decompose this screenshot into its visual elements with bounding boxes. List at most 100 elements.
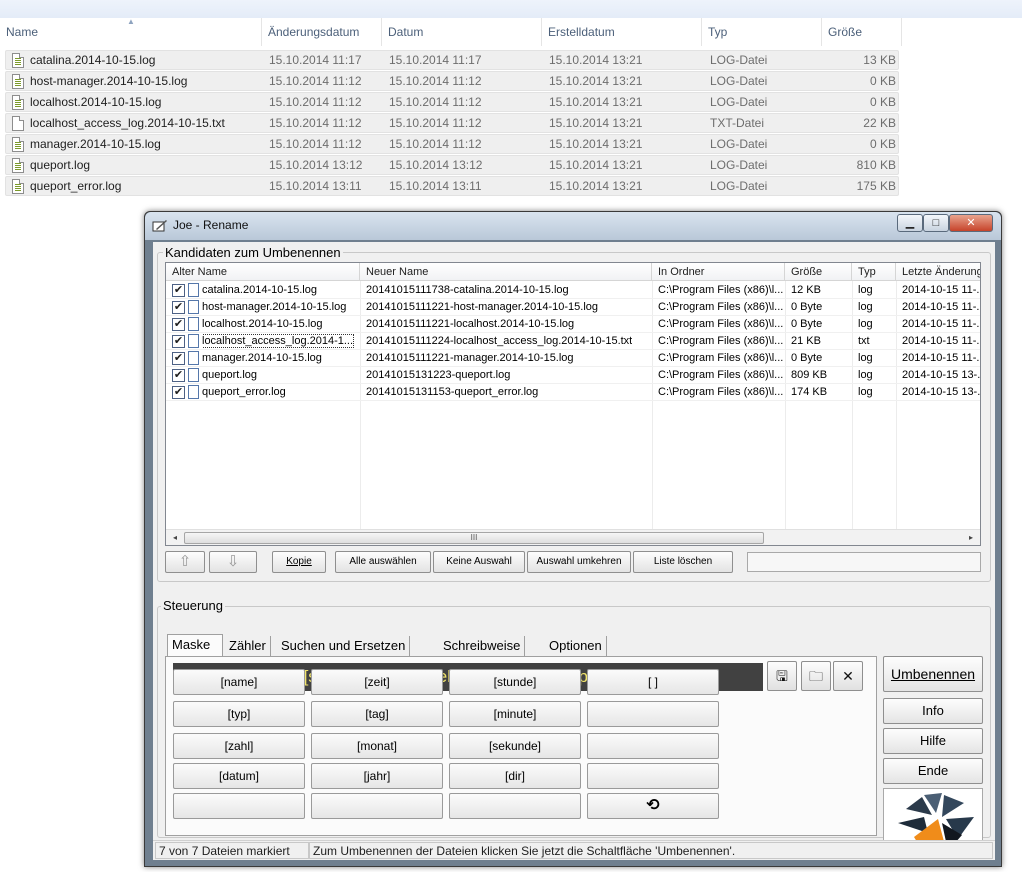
row-checkbox[interactable]: ✔ — [172, 369, 185, 382]
close-button[interactable]: ✕ — [949, 214, 993, 232]
row-checkbox[interactable]: ✔ — [172, 284, 185, 297]
exit-button[interactable]: Ende — [883, 758, 983, 784]
list-row[interactable]: ✔ queport.log 20141015131223-queport.log C:… — [166, 367, 980, 384]
col-old-name-label: Alter Name — [172, 266, 228, 278]
file-created: 15.10.2014 13:21 — [549, 116, 643, 130]
maximize-button[interactable]: □ — [923, 214, 949, 232]
file-created: 15.10.2014 13:21 — [549, 95, 643, 109]
col-size[interactable]: Größe — [785, 263, 852, 281]
token-button[interactable]: [jahr] — [311, 763, 443, 789]
tab-mask[interactable]: Maske — [167, 634, 223, 657]
token-button[interactable]: [minute] — [449, 701, 581, 727]
help-button[interactable]: Hilfe — [883, 728, 983, 754]
file-created: 15.10.2014 13:21 — [549, 74, 643, 88]
reset-counter-button[interactable]: ⟲ — [587, 793, 719, 819]
file-row[interactable]: catalina.2014-10-15.log 15.10.2014 11:17 1… — [5, 50, 899, 70]
col-new-name-label: Neuer Name — [366, 266, 429, 278]
select-all-button[interactable]: Alle auswählen — [335, 551, 431, 573]
rename-button[interactable]: Umbenennen — [883, 656, 983, 692]
checkmark-icon: ✔ — [173, 352, 184, 364]
file-size: 0 KB — [869, 137, 896, 151]
row-checkbox[interactable]: ✔ — [172, 301, 185, 314]
file-date: 15.10.2014 11:17 — [389, 53, 482, 67]
list-row[interactable]: ✔ localhost.2014-10-15.log 20141015111221-… — [166, 316, 980, 333]
folder-cell: C:\Program Files (x86)\l... — [658, 284, 784, 296]
file-row[interactable]: host-manager.2014-10-15.log 15.10.2014 11… — [5, 71, 899, 91]
col-type[interactable]: Typ — [852, 263, 896, 281]
token-button[interactable]: [dir] — [449, 763, 581, 789]
token-button[interactable] — [587, 763, 719, 789]
file-date: 15.10.2014 13:12 — [389, 158, 483, 172]
dialog-title: Joe - Rename — [173, 218, 249, 232]
file-row[interactable]: manager.2014-10-15.log 15.10.2014 11:12 15… — [5, 134, 899, 154]
old-name: queport.log — [202, 369, 258, 381]
move-down-button[interactable]: ⇩ — [209, 551, 257, 573]
row-checkbox[interactable]: ✔ — [172, 318, 185, 331]
token-button[interactable]: [name] — [173, 669, 305, 695]
token-button[interactable]: [ ] — [587, 669, 719, 695]
tab-search-replace[interactable]: Suchen und Ersetzen — [277, 636, 411, 656]
log-file-icon — [12, 95, 24, 110]
token-button[interactable]: [typ] — [173, 701, 305, 727]
copy-button[interactable]: Kopie — [272, 551, 326, 573]
minimize-button[interactable]: ▁ — [897, 214, 923, 232]
column-date[interactable]: Datum — [382, 18, 542, 46]
file-row[interactable]: queport.log 15.10.2014 13:12 15.10.2014 13… — [5, 155, 899, 175]
token-button[interactable] — [311, 793, 443, 819]
horizontal-scrollbar[interactable]: ◂ III ▸ — [166, 529, 980, 545]
list-row[interactable]: ✔ host-manager.2014-10-15.log 201410151112… — [166, 299, 980, 316]
list-row[interactable]: ✔ catalina.2014-10-15.log 20141015111738-c… — [166, 282, 980, 299]
col-modified[interactable]: Letzte Änderung — [896, 263, 980, 281]
move-up-button[interactable]: ⇧ — [165, 551, 205, 573]
column-modified[interactable]: Änderungsdatum — [262, 18, 382, 46]
token-button[interactable]: [sekunde] — [449, 733, 581, 759]
token-button[interactable] — [587, 701, 719, 727]
tab-case[interactable]: Schreibweise — [439, 636, 526, 656]
row-checkbox[interactable]: ✔ — [172, 386, 185, 399]
token-button[interactable] — [587, 733, 719, 759]
token-button[interactable] — [173, 793, 305, 819]
column-type[interactable]: Typ — [702, 18, 822, 46]
column-created[interactable]: Erstelldatum — [542, 18, 702, 46]
token-button[interactable] — [449, 793, 581, 819]
clear-list-button[interactable]: Liste löschen — [633, 551, 733, 573]
tab-options[interactable]: Optionen — [545, 636, 607, 656]
invert-selection-button[interactable]: Auswahl umkehren — [527, 551, 631, 573]
token-button[interactable]: [tag] — [311, 701, 443, 727]
tab-counter-label: Zähler — [229, 638, 266, 653]
token-button[interactable]: [datum] — [173, 763, 305, 789]
column-size[interactable]: Größe — [822, 18, 902, 46]
clear-mask-button[interactable]: ✕ — [833, 661, 863, 691]
col-new-name[interactable]: Neuer Name — [360, 263, 652, 281]
size-cell: 0 Byte — [791, 352, 823, 364]
type-cell: log — [858, 284, 873, 296]
open-mask-button[interactable]: 🗀 — [801, 661, 831, 691]
col-old-name[interactable]: Alter Name — [166, 263, 360, 281]
row-checkbox[interactable]: ✔ — [172, 335, 185, 348]
file-row[interactable]: localhost_access_log.2014-10-15.txt 15.10… — [5, 113, 899, 133]
token-button[interactable]: [monat] — [311, 733, 443, 759]
col-folder[interactable]: In Ordner — [652, 263, 785, 281]
token-button[interactable]: [stunde] — [449, 669, 581, 695]
save-mask-button[interactable]: 🖫 — [767, 661, 797, 691]
list-row[interactable]: ✔ manager.2014-10-15.log 20141015111221-ma… — [166, 350, 980, 367]
old-name: catalina.2014-10-15.log — [202, 284, 317, 296]
column-name[interactable]: ▲ Name — [0, 18, 262, 46]
info-button[interactable]: Info — [883, 698, 983, 724]
list-row[interactable]: ✔ localhost_access_log.2014-1... 201410151… — [166, 333, 980, 350]
file-row[interactable]: queport_error.log 15.10.2014 13:11 15.10.2… — [5, 176, 899, 196]
token-button[interactable]: [zahl] — [173, 733, 305, 759]
token-button[interactable]: [zeit] — [311, 669, 443, 695]
scrollbar-thumb[interactable]: III — [184, 532, 764, 544]
candidates-list[interactable]: Alter Name Neuer Name In Ordner Größe Ty… — [165, 262, 981, 546]
checkmark-icon: ✔ — [173, 335, 184, 347]
tab-counter[interactable]: Zähler — [225, 636, 271, 656]
row-checkbox[interactable]: ✔ — [172, 352, 185, 365]
dialog-titlebar[interactable]: Joe - Rename ▁ □ ✕ — [145, 212, 1001, 240]
list-row[interactable]: ✔ queport_error.log 20141015131153-queport… — [166, 384, 980, 401]
file-row[interactable]: localhost.2014-10-15.log 15.10.2014 11:12… — [5, 92, 899, 112]
select-none-button[interactable]: Keine Auswahl — [433, 551, 525, 573]
size-cell: 0 Byte — [791, 301, 823, 313]
scroll-left-icon[interactable]: ◂ — [168, 532, 182, 544]
scroll-right-icon[interactable]: ▸ — [964, 532, 978, 544]
